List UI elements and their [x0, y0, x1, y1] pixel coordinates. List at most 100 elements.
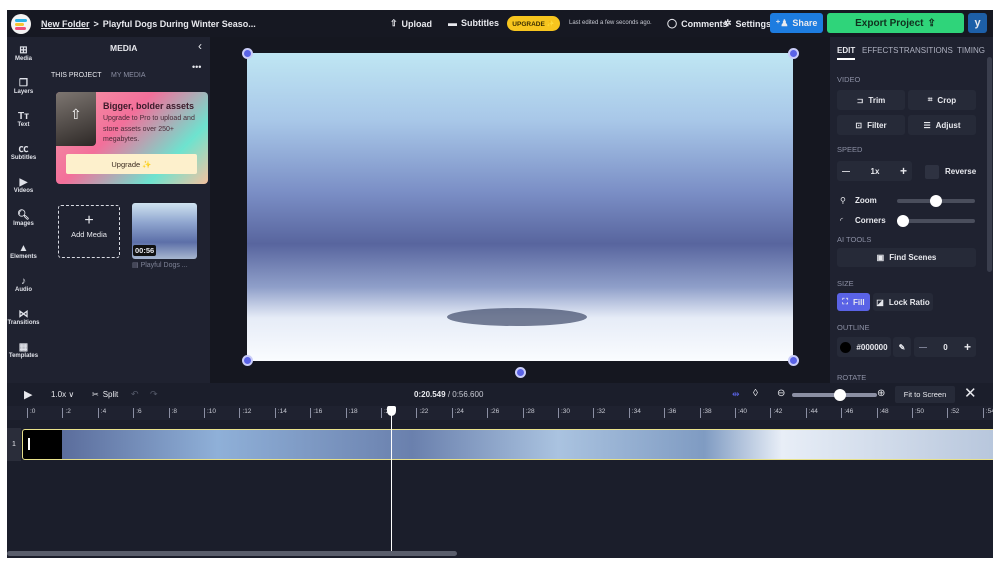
sidebar-item-elements[interactable]: ▲ Elements — [7, 235, 40, 268]
outline-color-picker[interactable]: #000000 — [837, 337, 891, 357]
play-button[interactable]: ▶ — [24, 388, 32, 401]
tab-effects[interactable]: EFFECTS — [862, 46, 898, 55]
promo-image: ⇧ — [56, 92, 96, 146]
plus-icon[interactable]: + — [900, 164, 907, 178]
fit-to-screen-button[interactable]: Fit to Screen — [895, 386, 955, 403]
zoom-slider-knob[interactable] — [930, 195, 942, 207]
ruler-tick: :4 — [97, 408, 106, 418]
sidebar-item-label: Transitions — [7, 320, 40, 326]
eyedropper-button[interactable]: ✎ — [893, 337, 911, 357]
playback-speed-dropdown[interactable]: 1.0x ∨ — [51, 390, 74, 399]
timeline-zoom-knob[interactable] — [834, 389, 847, 401]
tab-this-project[interactable]: THIS PROJECT — [51, 72, 102, 79]
sidebar-item-text[interactable]: Tт Text — [7, 103, 40, 136]
rotate-handle[interactable] — [515, 367, 526, 378]
split-view-icon[interactable]: ◊ — [753, 388, 758, 399]
sidebar-item-images[interactable]: 🔍︎ Images — [7, 202, 40, 235]
undo-icon[interactable]: ↶ — [131, 389, 139, 400]
zoom-out-icon[interactable]: ⊖ — [777, 388, 785, 399]
timeline-horizontal-scrollbar[interactable] — [7, 551, 457, 556]
tab-timing[interactable]: TIMING — [957, 46, 985, 55]
lock-ratio-button[interactable]: ◪ Lock Ratio — [873, 293, 933, 311]
playhead-handle[interactable] — [386, 406, 396, 416]
corners-slider-knob[interactable] — [897, 215, 909, 227]
subtitles-button[interactable]: ▬ Subtitles — [448, 18, 499, 28]
redo-icon[interactable]: ↷ — [150, 389, 158, 400]
fill-button[interactable]: ⛶ Fill — [837, 293, 870, 311]
sidebar-item-layers[interactable]: ❐ Layers — [7, 70, 40, 103]
zoom-slider[interactable] — [897, 195, 975, 207]
comments-button[interactable]: ◯ Comments — [667, 18, 728, 29]
share-button[interactable]: ⁺♟ Share — [770, 13, 823, 33]
app-logo[interactable] — [11, 13, 31, 34]
sidebar-item-audio[interactable]: ♪ Audio — [7, 268, 40, 301]
videos-icon: ▶ — [19, 177, 28, 188]
tab-edit[interactable]: EDIT — [837, 46, 856, 60]
more-options-icon[interactable]: ••• — [192, 62, 201, 72]
tab-my-media[interactable]: MY MEDIA — [111, 72, 146, 79]
close-timeline-icon[interactable]: ✕ — [964, 384, 977, 402]
minus-icon[interactable]: — — [919, 343, 927, 352]
trim-button[interactable]: ⊐ Trim — [837, 90, 905, 110]
sidebar-item-subtitles[interactable]: ㏄ Subtitles — [7, 136, 40, 169]
upgrade-button[interactable]: UPGRADE ✨ — [507, 16, 560, 31]
split-button[interactable]: ✂ Split — [92, 390, 118, 399]
zoom-icon: ⚲ — [840, 196, 846, 205]
timeline: ▶ 1.0x ∨ ✂ Split ↶ ↷ 0:20.549 / 0:56.600 … — [7, 383, 993, 558]
ruler-tick: :24 — [451, 408, 464, 418]
corners-slider[interactable] — [897, 215, 975, 227]
clip-trim-handle[interactable] — [28, 438, 30, 450]
snap-icon[interactable]: ⇹ — [732, 389, 740, 400]
ruler-tick: :22 — [416, 408, 428, 418]
ruler-tick: :26 — [487, 408, 499, 418]
promo-upgrade-button[interactable]: Upgrade ✨ — [66, 154, 197, 174]
export-project-button[interactable]: Export Project ⇪ — [827, 13, 964, 33]
user-avatar[interactable]: y — [968, 13, 987, 33]
sidebar-item-label: Subtitles — [10, 155, 37, 161]
speed-section-label: SPEED — [837, 145, 863, 154]
minus-icon[interactable]: — — [842, 167, 850, 176]
outline-width-stepper[interactable]: — 0 + — [914, 337, 976, 357]
app-window: New Folder > Playful Dogs During Winter … — [7, 10, 993, 558]
sidebar-item-videos[interactable]: ▶ Videos — [7, 169, 40, 202]
fill-label: Fill — [853, 297, 865, 307]
lock-ratio-label: Lock Ratio — [888, 297, 930, 307]
video-track-clip[interactable] — [22, 429, 993, 460]
resize-handle-top-left[interactable] — [242, 48, 253, 59]
video-preview[interactable] — [247, 53, 793, 361]
collapse-panel-icon[interactable]: ‹ — [198, 39, 202, 53]
resize-handle-bottom-right[interactable] — [788, 355, 799, 366]
adjust-button[interactable]: ☰ Adjust — [908, 115, 976, 135]
media-clip-thumbnail[interactable]: 00:56 — [132, 203, 197, 259]
images-icon: 🔍︎ — [17, 210, 30, 221]
project-title[interactable]: Playful Dogs During Winter Seaso... — [103, 19, 256, 29]
settings-button[interactable]: ✲ Settings — [724, 18, 771, 29]
timeline-zoom-slider[interactable] — [792, 389, 877, 401]
crop-button[interactable]: ⌗ Crop — [908, 90, 976, 110]
upload-button[interactable]: ⇧ Upload — [390, 18, 432, 29]
zoom-in-icon[interactable]: ⊕ — [877, 388, 885, 399]
ruler-tick: :34 — [628, 408, 641, 418]
sidebar-item-templates[interactable]: ▦ Templates — [7, 334, 40, 367]
playhead[interactable] — [386, 406, 396, 556]
ruler-tick: :36 — [664, 408, 676, 418]
resize-handle-top-right[interactable] — [788, 48, 799, 59]
sidebar-item-label: Videos — [13, 188, 34, 194]
find-scenes-button[interactable]: ▣ Find Scenes — [837, 248, 976, 267]
ruler-tick: :50 — [912, 408, 924, 418]
gear-icon: ✲ — [724, 18, 732, 28]
sidebar-item-media[interactable]: ⊞ Media — [7, 37, 40, 70]
reverse-checkbox[interactable] — [925, 165, 939, 179]
tab-transitions[interactable]: TRANSITIONS — [899, 46, 953, 55]
breadcrumb-folder[interactable]: New Folder — [41, 19, 90, 29]
plus-icon[interactable]: + — [964, 340, 971, 354]
speed-stepper[interactable]: — 1x + — [837, 161, 912, 181]
sliders-icon: ☰ — [923, 120, 931, 130]
panel-scrollbar[interactable] — [987, 57, 992, 272]
corners-label: Corners — [855, 216, 886, 225]
resize-handle-bottom-left[interactable] — [242, 355, 253, 366]
add-media-button[interactable]: + Add Media — [58, 205, 120, 258]
filter-button[interactable]: ⊡ Filter — [837, 115, 905, 135]
timeline-ruler[interactable]: :0:2:4:6:8:10:12:14:16:18:20:22:24:26:28… — [7, 406, 993, 420]
sidebar-item-transitions[interactable]: ⋈ Transitions — [7, 301, 40, 334]
